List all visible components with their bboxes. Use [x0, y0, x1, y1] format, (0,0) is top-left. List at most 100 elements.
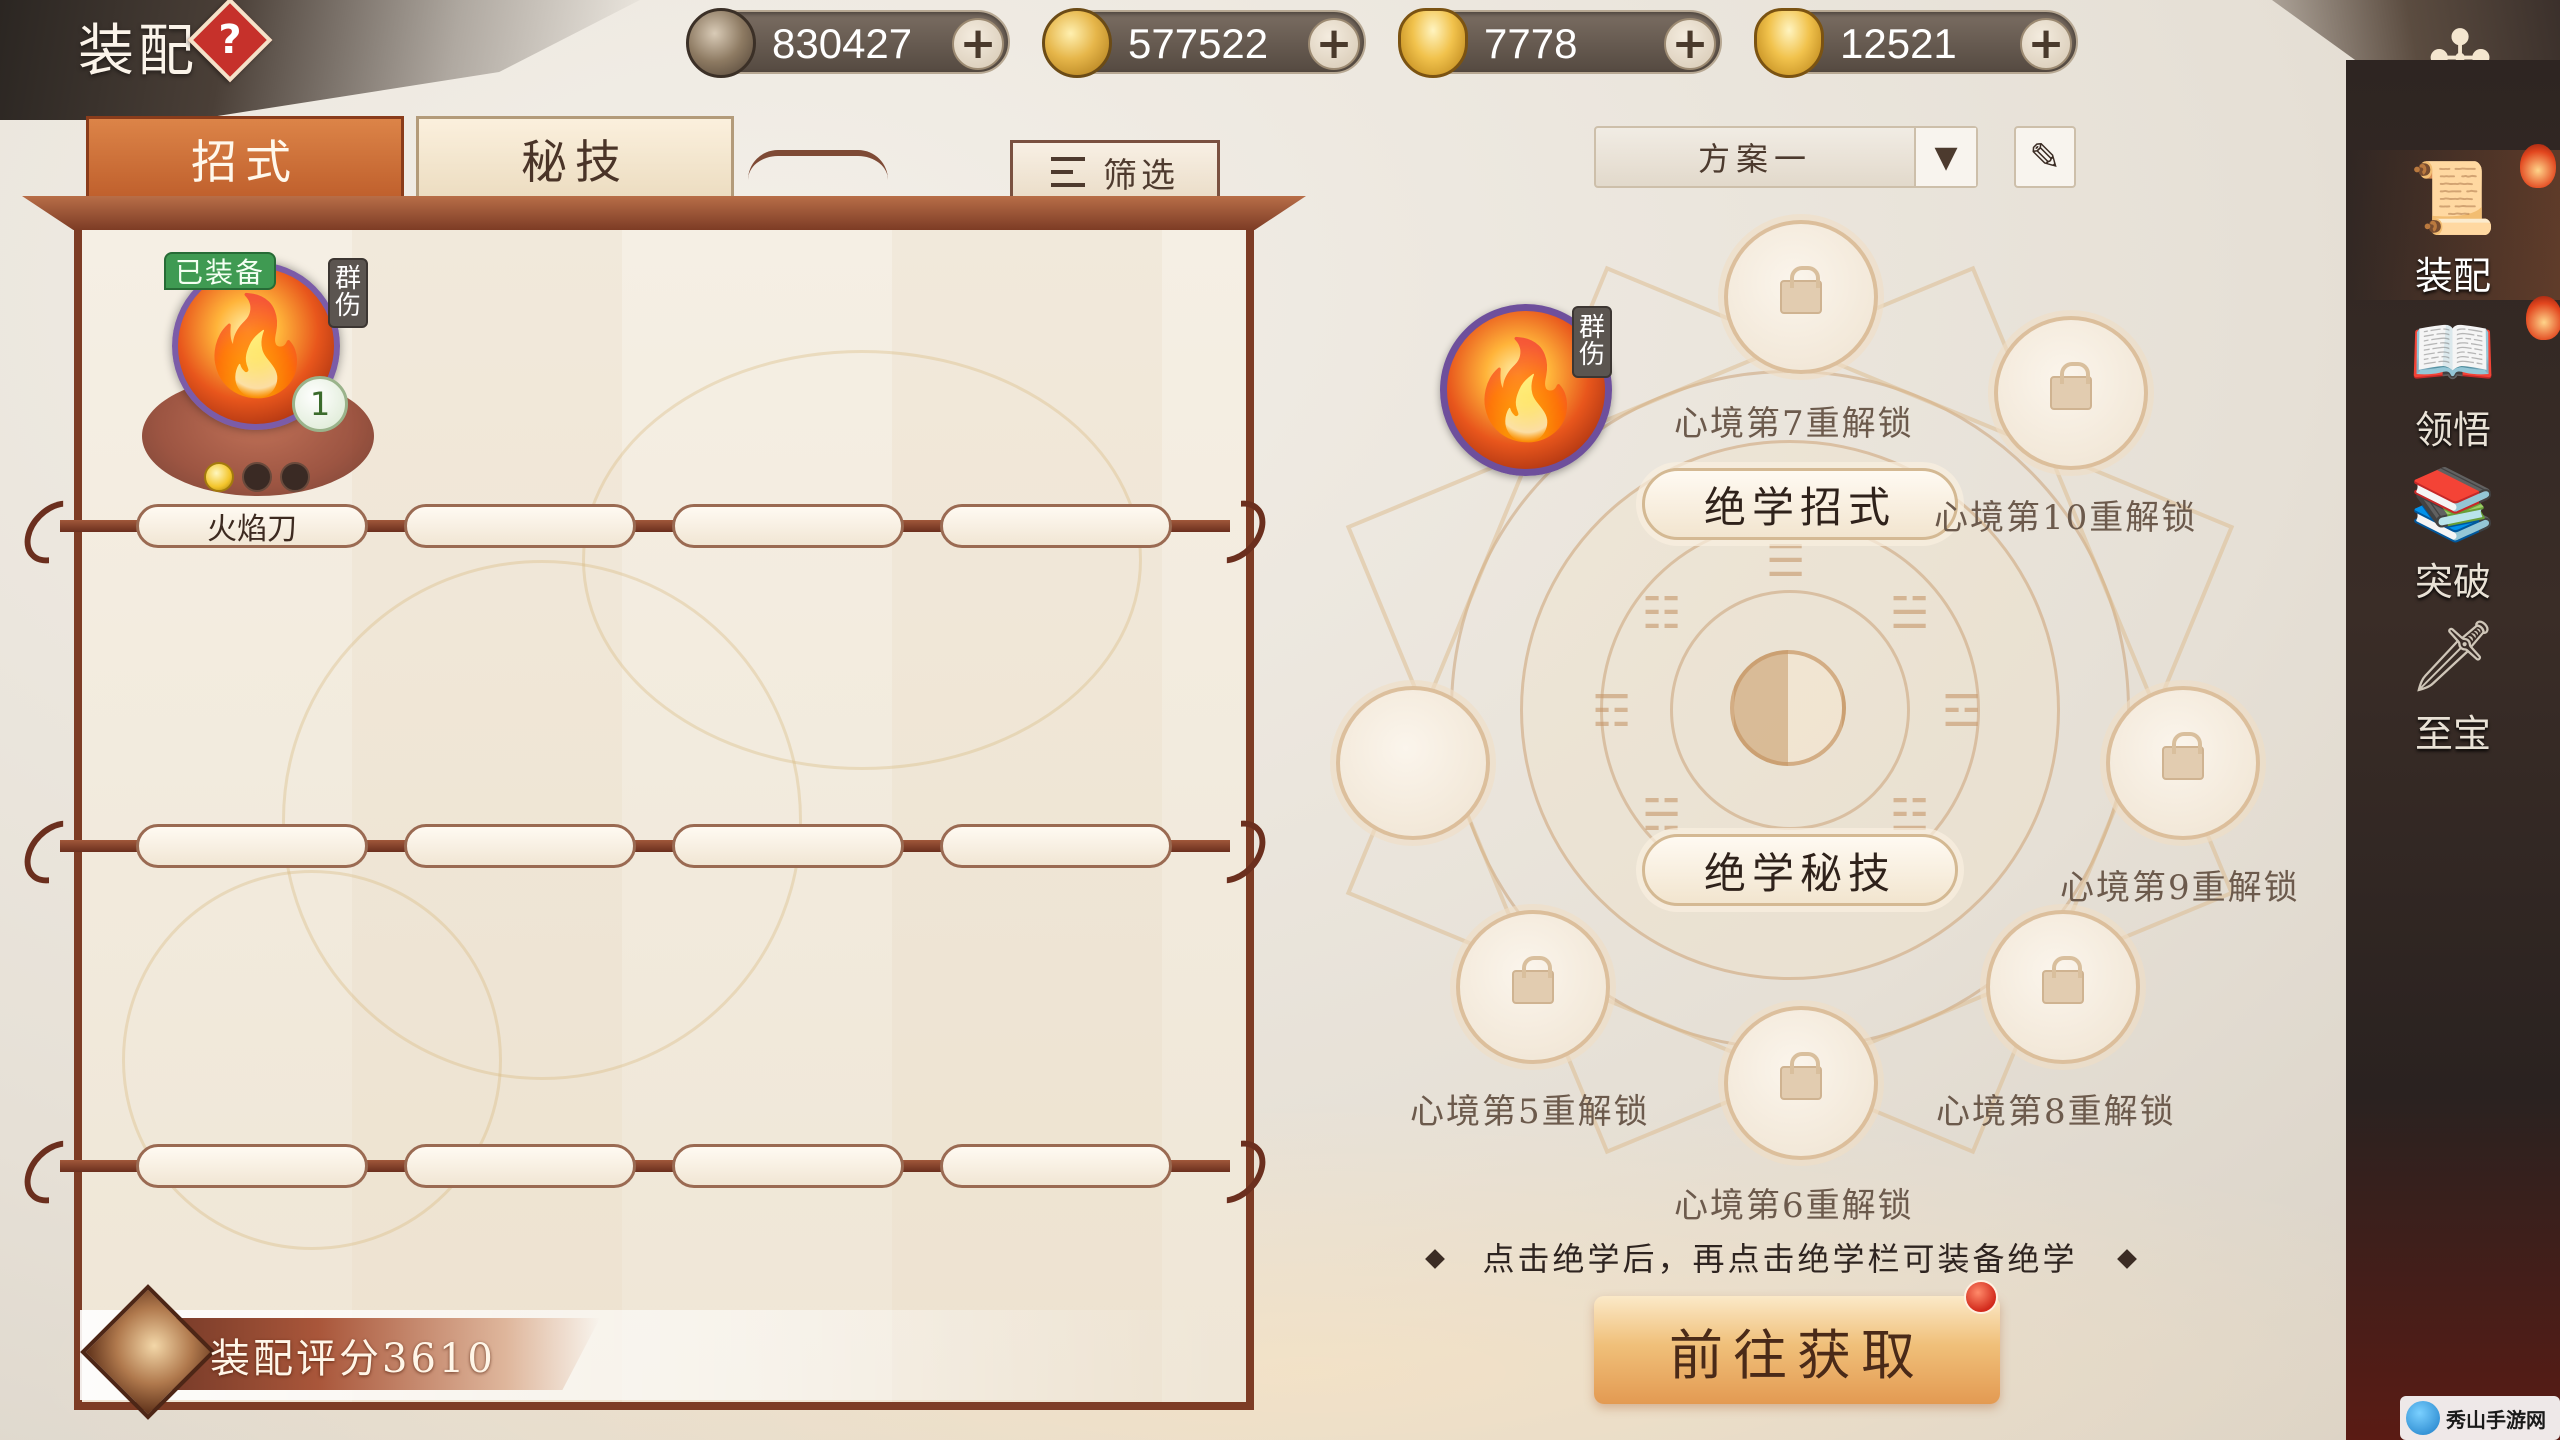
unlock-caption-9: 心境第9重解锁 [2060, 868, 2300, 908]
add-gold-button[interactable]: + [1308, 18, 1360, 70]
equip-score: 装配评分3610 [210, 1336, 496, 1382]
filter-button[interactable]: 筛选 [1010, 140, 1220, 204]
star-dot-lit [204, 462, 234, 492]
flame-icon: 🔥 [1466, 333, 1586, 446]
type-tag-char: 伤 [334, 291, 361, 321]
sword-icon: 🗡 [2408, 614, 2498, 697]
question-icon: ? [218, 17, 242, 63]
tab-moves[interactable]: 招式 [86, 116, 404, 202]
copper-coin-icon [686, 8, 756, 78]
nav-item-treasure[interactable]: 🗡 至宝 [2346, 608, 2560, 758]
locked-slot-9[interactable] [2106, 686, 2260, 840]
books-icon: 📚 [2409, 462, 2497, 545]
yin-yang-icon [1730, 650, 1846, 766]
unlock-caption-8: 心境第8重解锁 [1936, 1092, 2176, 1132]
currency-value: 830427 [772, 20, 913, 67]
plan-dropdown[interactable]: 方案一 ▼ [1594, 126, 1978, 188]
locked-slot-6[interactable] [1724, 1006, 1878, 1160]
slot-label-empty [136, 824, 368, 868]
currency-copper: 830427 + [686, 8, 1010, 78]
notification-dot [1964, 1280, 1998, 1314]
gold-ingot-icon [1754, 8, 1824, 78]
equip-hint: 点击绝学后，再点击绝学栏可装备绝学 [1482, 1240, 2078, 1278]
nav-label: 装配 [2414, 254, 2491, 298]
type-tag-char: 群 [334, 263, 361, 294]
right-nav: 📜 装配 📖 领悟 📚 突破 🗡 至宝 [2346, 60, 2560, 1440]
slot-label-empty [672, 504, 904, 548]
currency-value: 577522 [1128, 20, 1269, 67]
flame-icon [2520, 144, 2556, 188]
currency-ingot: 12521 + [1754, 8, 2078, 78]
slot-label-empty [672, 824, 904, 868]
locked-ingot-icon [1398, 8, 1468, 78]
skill-type-tag: 群 伤 [328, 258, 368, 328]
top-bar: 装配 ? 830427 + 577522 + 7778 + 12521 + ✣ [0, 0, 2560, 130]
currency-value: 7778 [1484, 20, 1578, 67]
slot-label-empty [672, 1144, 904, 1188]
locked-slot-left[interactable] [1336, 686, 1490, 840]
filter-label: 筛选 [1103, 155, 1179, 196]
pencil-icon: ✎ [2029, 135, 2061, 179]
lock-icon [1512, 956, 1554, 1004]
gold-coin-icon [1042, 8, 1112, 78]
unlock-caption-7: 心境第7重解锁 [1674, 404, 1914, 444]
currency-ingot-locked: 7778 + [1398, 8, 1722, 78]
slot-label-empty [940, 1144, 1172, 1188]
watermark-text: 秀山手游网 [2446, 1407, 2546, 1432]
lock-icon [2050, 362, 2092, 410]
book-icon: 📖 [2409, 310, 2497, 393]
trigram-icon: ☰ [1766, 536, 1806, 587]
slot-label-empty [404, 1144, 636, 1188]
page-title: 装配 [78, 19, 198, 84]
watermark-logo [2406, 1401, 2440, 1435]
chevron-down-icon[interactable]: ▼ [1914, 128, 1976, 186]
lock-icon [2042, 956, 2084, 1004]
site-watermark: 秀山手游网 [2400, 1396, 2560, 1440]
locked-slot-5[interactable] [1456, 910, 1610, 1064]
locked-slot-10[interactable] [1994, 316, 2148, 470]
panel-top-beam [22, 196, 1306, 230]
lock-icon [1780, 1052, 1822, 1100]
type-tag-char: 群 [1578, 312, 1605, 343]
trigram-icon: ☱ [1890, 588, 1930, 639]
go-obtain-button[interactable]: 前往获取 [1594, 1296, 2000, 1404]
moves-slot-plate: 绝学招式 [1642, 468, 1958, 540]
secrets-slot-plate: 绝学秘技 [1642, 834, 1958, 906]
nav-item-breakthrough[interactable]: 📚 突破 [2346, 456, 2560, 606]
equipped-badge: 已装备 [164, 252, 276, 290]
add-ingot-button[interactable]: + [2020, 18, 2072, 70]
trigram-icon: ☶ [1592, 686, 1632, 737]
star-dot [242, 462, 272, 492]
currency-gold: 577522 + [1042, 8, 1366, 78]
nav-label: 突破 [2414, 560, 2491, 604]
trigram-icon: ☲ [1942, 686, 1982, 737]
cloud-pattern [122, 870, 502, 1250]
star-dot [280, 462, 310, 492]
lock-icon [2162, 732, 2204, 780]
slot-label-empty [404, 824, 636, 868]
tab-secrets[interactable]: 秘技 [416, 116, 734, 202]
slot-label-empty [136, 1144, 368, 1188]
nav-label: 至宝 [2414, 712, 2491, 756]
scroll-book-icon: 📜 [2409, 156, 2497, 239]
plan-selected-value: 方案一 [1697, 140, 1812, 178]
slot-label-empty [940, 504, 1172, 548]
slot-label[interactable]: 火焰刀 [136, 504, 368, 548]
tab-ornament [748, 150, 888, 180]
add-locked-ingot-button[interactable]: + [1664, 18, 1716, 70]
currency-value: 12521 [1840, 20, 1957, 67]
type-tag-char: 伤 [1578, 340, 1605, 370]
slot-label-empty [940, 824, 1172, 868]
lock-icon [1780, 266, 1822, 314]
nav-label: 领悟 [2414, 408, 2491, 452]
edit-plan-button[interactable]: ✎ [2014, 126, 2076, 188]
flame-icon [2526, 296, 2560, 340]
locked-slot-8[interactable] [1986, 910, 2140, 1064]
locked-slot-7[interactable] [1724, 220, 1878, 374]
slot-label-empty [404, 504, 636, 548]
skill-level-badge: 1 [292, 376, 348, 432]
skill-type-tag: 群 伤 [1572, 306, 1612, 378]
skill-card-fire-blade[interactable]: 🔥 已装备 群 伤 1 [142, 246, 382, 516]
unlock-caption-6: 心境第6重解锁 [1674, 1186, 1914, 1226]
add-copper-button[interactable]: + [952, 18, 1004, 70]
